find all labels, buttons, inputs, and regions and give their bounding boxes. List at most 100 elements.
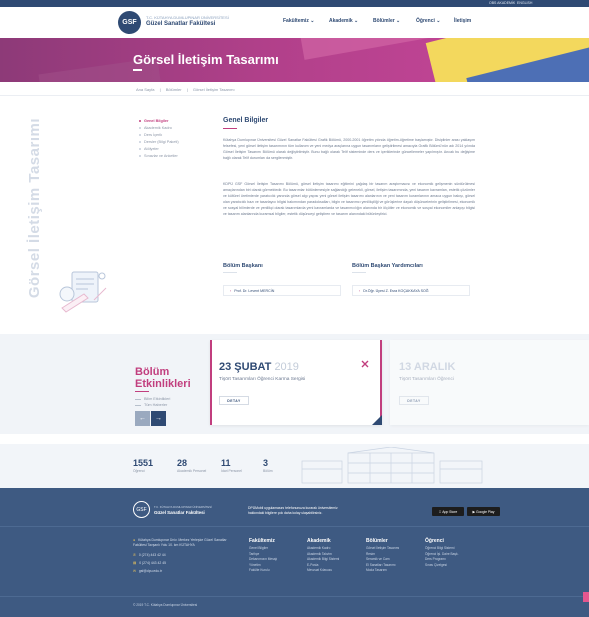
department-head-card[interactable]: › Prof. Dr. Levent MERCİN — [223, 285, 341, 296]
footer-link[interactable]: Mevzuat Kılavuzu — [307, 568, 339, 574]
footer-divider — [0, 596, 589, 597]
logo-faculty: Güzel Sanatlar Fakültesi — [146, 21, 216, 27]
sidebar-item-sinavlar[interactable]: Sınavlar ve Anketler — [139, 152, 179, 159]
breadcrumb-separator: | — [186, 87, 188, 92]
heading-underline — [223, 272, 237, 273]
mail-icon: ✉ — [133, 569, 136, 573]
stat-number: 11 — [221, 458, 231, 468]
card-accent-bar — [210, 340, 212, 425]
breadcrumb-separator: | — [159, 87, 161, 92]
footer-university: T.C. KÜTAHYA DUMLUPINAR ÜNİVERSİTESİ — [154, 505, 212, 509]
scroll-top-button[interactable] — [583, 592, 589, 602]
faculty-logo[interactable]: GSF — [118, 11, 141, 34]
email-text: gsf@dpu.edu.tr — [138, 569, 163, 573]
sidebar-item-akademik-kadro[interactable]: Akademik Kadro — [139, 124, 179, 131]
top-link-english[interactable]: ENGLISH — [517, 1, 532, 5]
app-store-button[interactable]:  App Store — [432, 507, 464, 516]
footer-logo[interactable]: GSF — [133, 501, 150, 518]
footer-logo-text: T.C. KÜTAHYA DUMLUPINAR ÜNİVERSİTESİ Güz… — [154, 505, 212, 515]
sidebar-item-label: Akademik Kadro — [144, 125, 172, 130]
phone-icon: ✆ — [133, 553, 136, 557]
dash-icon — [135, 398, 141, 400]
footer-col-title: Öğrenci — [425, 538, 444, 544]
footer-link[interactable]: Fakülte Kurulu — [249, 568, 277, 574]
section-sidebar: Genel Bilgiler Akademik Kadro Ders İçeri… — [139, 117, 179, 159]
event-card[interactable]: 13 ARALIK Tişört Tasarımları Öğrenci DET… — [390, 340, 589, 425]
logo-text[interactable]: T.C. KÜTAHYA DUMLUPINAR ÜNİVERSİTESİ Güz… — [146, 15, 229, 27]
stat-number: 28 — [177, 458, 188, 468]
stat-label: Bölüm — [263, 469, 273, 473]
event-title: Tişört Tasarımları Öğrenci — [399, 377, 454, 382]
footer-phone[interactable]: ✆ 0 (274) 443 42 44 — [133, 553, 166, 558]
deputy-heads-heading: Bölüm Başkan Yardımcıları — [352, 263, 423, 269]
google-play-button[interactable]: ▶ Google Play — [467, 507, 500, 516]
title-underline — [133, 69, 142, 71]
event-day: 13 ARALIK — [399, 361, 456, 373]
arrow-right-icon: → — [155, 415, 162, 422]
department-head-heading: Bölüm Başkanı — [223, 263, 263, 269]
event-title: Tişört Tasarımları Öğrenci Karma Sergisi — [219, 377, 306, 382]
sidebar-item-label: Genel Bilgiler — [144, 118, 169, 123]
chevron-right-icon: › — [359, 288, 361, 293]
sidebar-item-genel-bilgiler[interactable]: Genel Bilgiler — [139, 117, 179, 124]
prev-arrow-button[interactable]: ← — [135, 411, 150, 426]
footer-email[interactable]: ✉ gsf@dpu.edu.tr — [133, 569, 162, 574]
fax-icon: ▤ — [133, 561, 137, 565]
divider — [0, 95, 589, 96]
dash-icon — [135, 404, 141, 406]
footer-divider — [0, 526, 589, 527]
footer-link[interactable]: Moda Tasarımı — [366, 568, 399, 574]
heading-underline — [223, 128, 237, 129]
bullet-icon — [139, 154, 141, 157]
footer-col-fakultemiz: Fakültemiz Genel Bilgiler Tarihçe Dekanı… — [249, 538, 277, 574]
footer-col-ogrenci: Öğrenci Öğrenci Bilgi Sistemi Öğrenci İş… — [425, 538, 458, 568]
nav-iletisim[interactable]: İletişim — [454, 18, 471, 24]
event-card[interactable]: 23 ŞUBAT 2019 Tişört Tasarımları Öğrenci… — [210, 340, 382, 425]
event-date: 23 ŞUBAT 2019 — [219, 361, 299, 373]
stat-students: 1551 Öğrenci — [133, 458, 153, 473]
sidebar-item-atolyeler[interactable]: Atölyeler — [139, 145, 179, 152]
stat-label: Öğrenci — [133, 469, 145, 473]
event-day: 23 ŞUBAT — [219, 361, 272, 373]
copyright: © 2019 T.C. Kütahya Dumlupınar Üniversit… — [133, 603, 198, 607]
vertical-page-title: Görsel İletişim Tasarımı — [26, 118, 43, 299]
next-arrow-button[interactable]: → — [151, 411, 166, 426]
events-heading-line: Etkinlikleri — [135, 378, 191, 390]
footer-link[interactable]: Sınav Çizelgesi — [425, 563, 458, 569]
bullet-icon — [139, 119, 141, 122]
chevron-right-icon: › — [230, 288, 232, 293]
footer-address: ● Kütahya Dumlupınar Üniv. Merkez Yerleşk… — [133, 538, 241, 547]
sidebar-item-dersler[interactable]: Dersler (Bilgi Paketi) — [139, 138, 179, 145]
design-illustration-icon — [59, 271, 107, 313]
nav-akademik[interactable]: Akademik ⌄ — [329, 18, 358, 24]
fax-text: 0 (274) 443 42 45 — [139, 561, 166, 565]
content-paragraph: KDPÜ GSF Görsel İletişim Tasarımı Bölümü… — [223, 182, 475, 217]
nav-ogrenci[interactable]: Öğrenci ⌄ — [416, 18, 440, 24]
breadcrumb-bolumler[interactable]: Bölümler — [166, 87, 182, 92]
events-heading-line: Bölüm — [135, 366, 170, 378]
sidebar-item-label: Atölyeler — [144, 146, 159, 151]
top-link-obs[interactable]: OBS AKADEMİK — [489, 1, 515, 5]
events-link-bilim[interactable]: Bilim Etkinlikleri — [135, 397, 170, 401]
footer-col-title: Bölümler — [366, 538, 388, 544]
nav-bolumler[interactable]: Bölümler ⌄ — [373, 18, 400, 24]
arrow-left-icon: ← — [139, 415, 146, 422]
corner-decoration — [372, 415, 382, 425]
top-bar: OBS AKADEMİK ENGLISH — [0, 0, 589, 7]
event-detail-button[interactable]: DETAY — [399, 396, 429, 405]
bullet-icon — [139, 140, 141, 143]
event-detail-button[interactable]: DETAY — [219, 396, 249, 405]
events-link-label: Tüm Haberler — [144, 403, 168, 407]
sidebar-item-label: Ders İçerik — [144, 132, 163, 137]
bullet-icon — [139, 133, 141, 136]
nav-fakultemiz[interactable]: Fakültemiz ⌄ — [283, 18, 314, 24]
breadcrumb-home[interactable]: Ana Sayfa — [136, 87, 154, 92]
events-link-tum-haberler[interactable]: Tüm Haberler — [135, 403, 167, 407]
sidebar-item-ders-icerik[interactable]: Ders İçerik — [139, 131, 179, 138]
campus-building-icon — [301, 447, 483, 484]
deputy-head-card[interactable]: › Dr.Öğr. Üyesi Z. Esra KOÇAKKAYA SOĞ — [352, 285, 470, 296]
event-year: 2019 — [274, 361, 299, 373]
footer-col-title: Akademik — [307, 538, 331, 544]
breadcrumb-current: Görsel İletişim Tasarımı — [192, 87, 235, 92]
page-title: Görsel İletişim Tasarımı — [133, 52, 279, 67]
